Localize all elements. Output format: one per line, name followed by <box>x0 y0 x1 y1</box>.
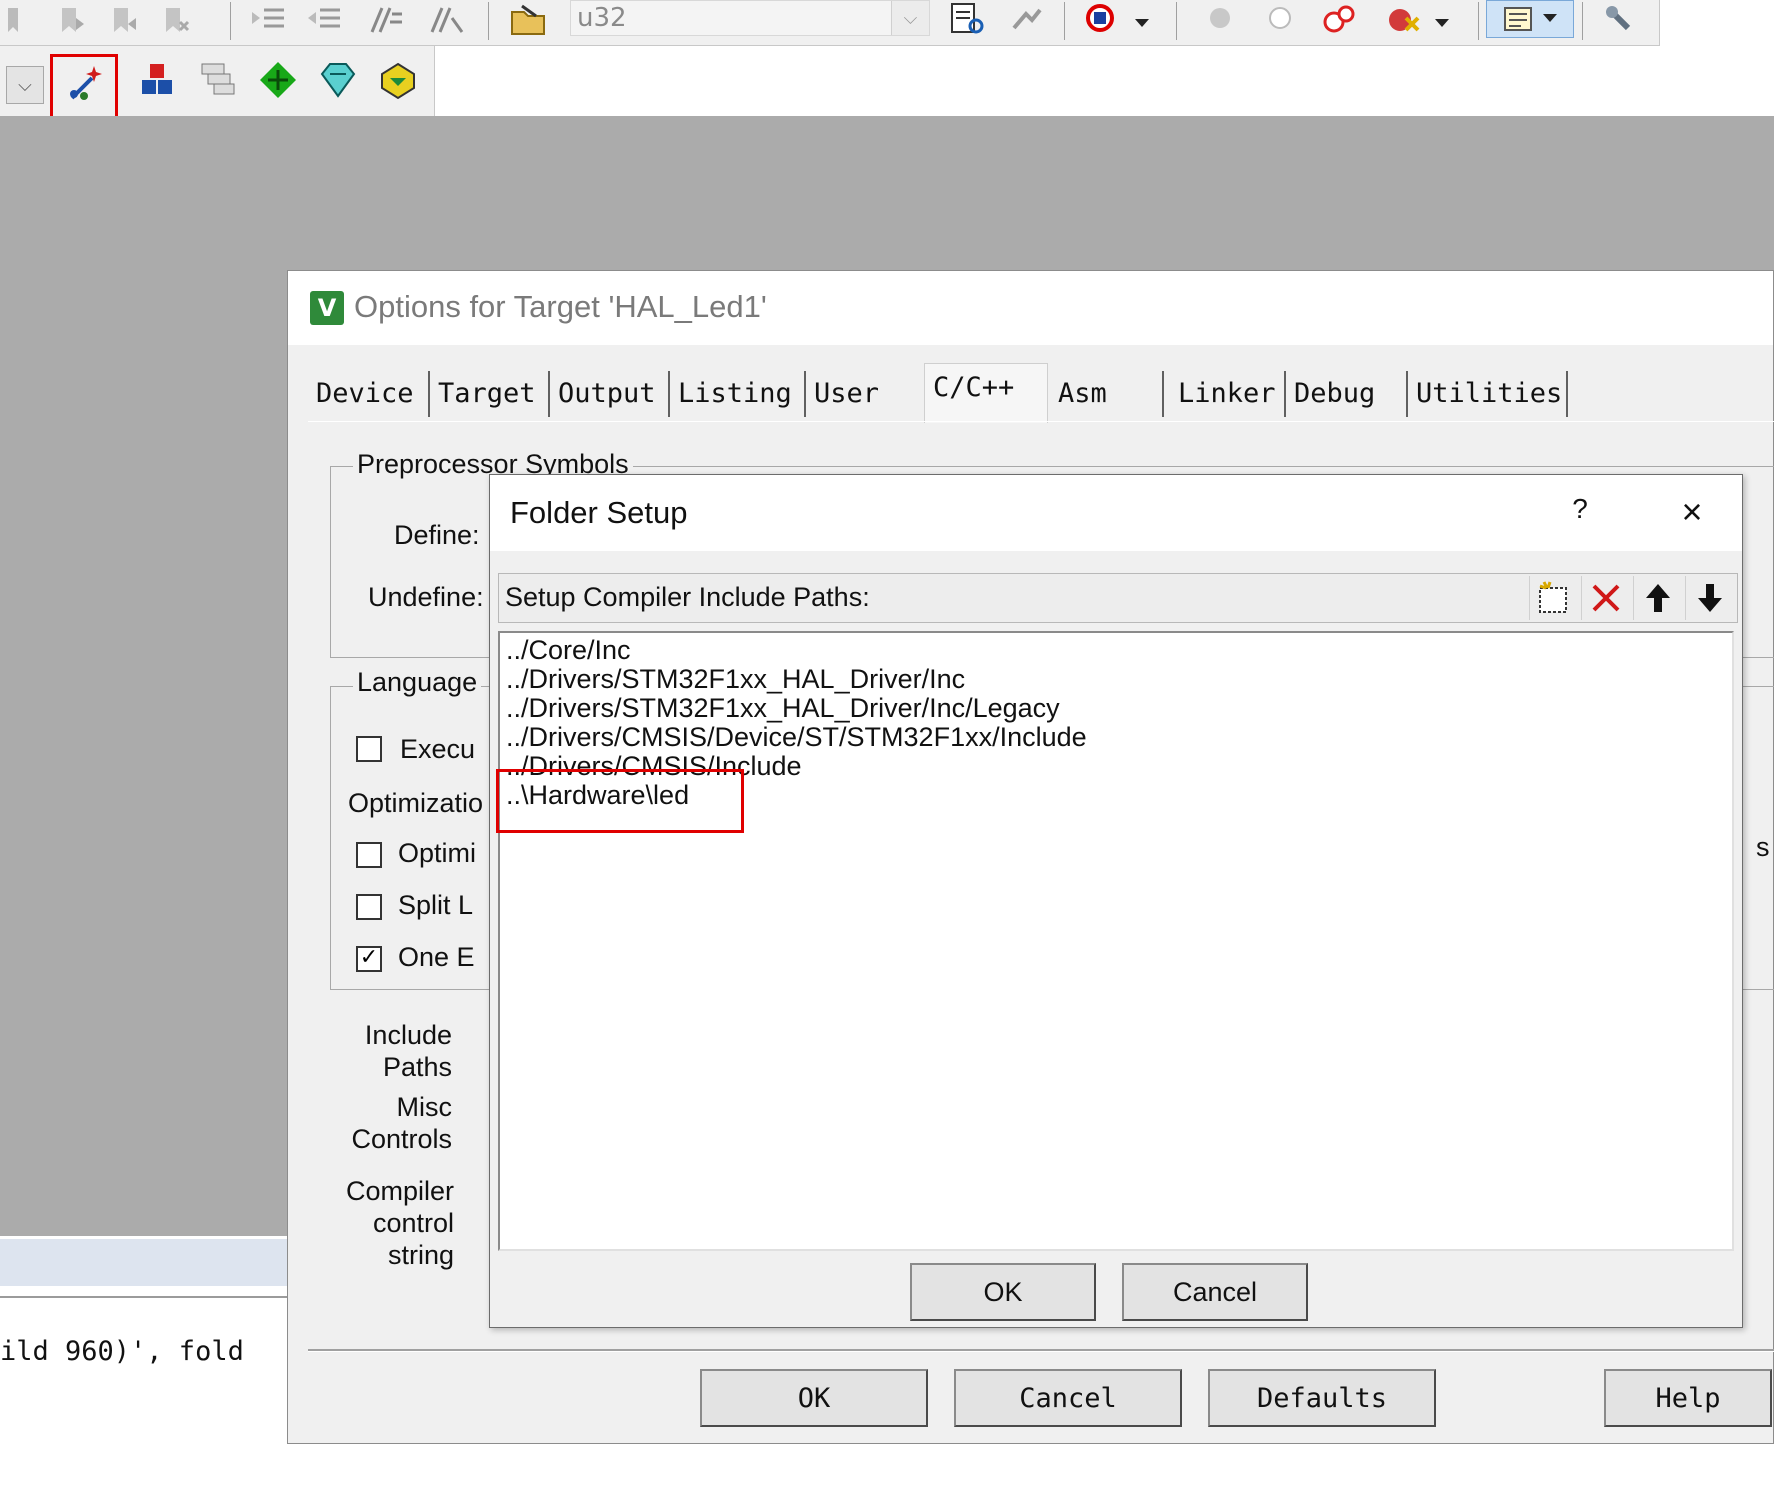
path-item-1[interactable]: ../Drivers/STM32F1xx_HAL_Driver/Inc <box>506 664 965 695</box>
target-dropdown[interactable]: ⌵ <box>6 66 44 104</box>
one-elf-checkbox[interactable]: ✓ <box>356 946 382 972</box>
execute-only-checkbox[interactable] <box>356 736 382 762</box>
include-paths-header-label: Setup Compiler Include Paths: <box>505 582 870 612</box>
folder-setup-dialog: Folder Setup ? × Setup Compiler Include … <box>489 474 1743 1328</box>
tab-utilities[interactable]: Utilities <box>1408 371 1568 417</box>
debug-icon[interactable] <box>1082 0 1122 40</box>
unindent-icon[interactable] <box>304 0 344 40</box>
new-folder-icon[interactable] <box>1529 576 1577 620</box>
tab-device[interactable]: Device <box>308 371 430 417</box>
misc-controls-label-line1: Misc <box>396 1092 453 1122</box>
chevron-down-icon: ⌵ <box>18 74 32 95</box>
build-output-text: ild 960)', fold <box>0 1336 244 1367</box>
right-edge-label: s <box>1756 832 1770 862</box>
kill-breakpoints-icon[interactable] <box>1384 0 1424 40</box>
prev-bookmark-icon[interactable] <box>52 0 92 40</box>
path-item-3[interactable]: ../Drivers/CMSIS/Device/ST/STM32F1xx/Inc… <box>506 722 1087 753</box>
compiler-control-label-line2: control <box>372 1208 454 1238</box>
build-output-titlebar <box>0 1236 290 1286</box>
split-load-label: Split L <box>398 890 474 920</box>
include-paths-label-line2: Paths <box>382 1052 452 1082</box>
bookmark-icon[interactable] <box>0 0 40 40</box>
open-folder-icon[interactable] <box>508 0 548 40</box>
path-item-2[interactable]: ../Drivers/STM32F1xx_HAL_Driver/Inc/Lega… <box>506 693 1060 724</box>
uvision-icon: V <box>310 291 344 325</box>
folder-ok-button[interactable]: OK <box>910 1263 1096 1321</box>
tab-debug[interactable]: Debug <box>1286 371 1408 417</box>
window-layout-icon[interactable] <box>1486 0 1574 38</box>
tab-listing[interactable]: Listing <box>670 371 806 417</box>
options-dialog-title: Options for Target 'HAL_Led1' <box>354 289 767 324</box>
move-up-icon[interactable] <box>1633 576 1681 620</box>
path-item-0[interactable]: ../Core/Inc <box>506 635 631 666</box>
one-elf-label: One E <box>398 942 475 972</box>
delete-icon[interactable] <box>1581 576 1629 620</box>
build-output-window: ild 960)', fold <box>0 1296 290 1503</box>
help-icon[interactable]: ? <box>1560 493 1600 533</box>
optimize-checkbox[interactable] <box>356 842 382 868</box>
options-titlebar: V Options for Target 'HAL_Led1' <box>288 271 1773 345</box>
manage-run-time-environment-icon[interactable] <box>318 60 358 100</box>
folder-setup-title: Folder Setup <box>510 495 688 530</box>
split-load-checkbox[interactable] <box>356 894 382 920</box>
indent-icon[interactable] <box>248 0 288 40</box>
folder-setup-titlebar: Folder Setup ? × <box>490 475 1742 551</box>
define-label: Define: <box>394 520 480 550</box>
batch-build-icon[interactable] <box>198 60 238 100</box>
include-paths-header: Setup Compiler Include Paths: <box>498 573 1738 623</box>
disable-breakpoint-icon[interactable] <box>1260 0 1300 40</box>
cancel-button[interactable]: Cancel <box>954 1369 1182 1427</box>
incremental-find-icon[interactable] <box>1006 0 1046 40</box>
tab-linker[interactable]: Linker <box>1170 371 1286 417</box>
optimize-label: Optimi <box>398 838 477 868</box>
breakpoints-dropdown-icon[interactable] <box>1430 4 1454 44</box>
tab-asm[interactable]: Asm <box>1050 371 1164 417</box>
comment-icon[interactable] <box>366 0 406 40</box>
find-combo-value: u32 <box>577 3 627 33</box>
uncomment-icon[interactable] <box>426 0 466 40</box>
tab-output[interactable]: Output <box>550 371 670 417</box>
language-group-title: Language <box>353 667 482 698</box>
project-toolbar: ⌵ <box>0 46 435 122</box>
compiler-control-label-line3: string <box>387 1240 454 1270</box>
help-button[interactable]: Help <box>1604 1369 1772 1427</box>
tools-icon[interactable] <box>1602 0 1642 40</box>
misc-controls-label-line2: Controls <box>351 1124 452 1154</box>
execute-only-label: Execu <box>400 734 476 764</box>
checkmark-icon: ✓ <box>359 945 379 970</box>
disable-all-breakpoints-icon[interactable] <box>1320 0 1360 40</box>
folder-cancel-button[interactable]: Cancel <box>1122 1263 1308 1321</box>
move-down-icon[interactable] <box>1685 576 1733 620</box>
options-for-target-highlight <box>50 54 118 122</box>
find-in-files-icon[interactable] <box>948 0 988 40</box>
compiler-control-label-line1: Compiler <box>345 1176 454 1206</box>
include-paths-label-line1: Include <box>364 1020 452 1050</box>
chevron-down-icon[interactable]: ⌵ <box>891 1 929 35</box>
defaults-button[interactable]: Defaults <box>1208 1369 1436 1427</box>
select-packs-icon[interactable] <box>258 60 298 100</box>
button-separator <box>308 1349 1774 1352</box>
undefine-label: Undefine: <box>368 582 484 612</box>
pack-installer-icon[interactable] <box>378 60 418 100</box>
tab-c-cpp[interactable]: C/C++ <box>924 363 1048 423</box>
ok-button[interactable]: OK <box>700 1369 928 1427</box>
tab-target[interactable]: Target <box>430 371 550 417</box>
close-icon[interactable]: × <box>1670 491 1714 535</box>
clear-bookmarks-icon[interactable] <box>156 0 196 40</box>
tab-user[interactable]: User <box>806 371 918 417</box>
next-bookmark-icon[interactable] <box>104 0 144 40</box>
new-path-highlight <box>496 769 744 833</box>
breakpoint-icon[interactable] <box>1200 0 1240 40</box>
build-toolbar: u32 ⌵ <box>0 0 1660 46</box>
include-paths-list[interactable]: ../Core/Inc ../Drivers/STM32F1xx_HAL_Dri… <box>496 631 1734 1251</box>
manage-project-items-icon[interactable] <box>138 60 178 100</box>
find-combo[interactable]: u32 ⌵ <box>570 0 930 36</box>
debug-dropdown-icon[interactable] <box>1130 4 1154 44</box>
optimization-label: Optimizatio <box>348 788 484 818</box>
